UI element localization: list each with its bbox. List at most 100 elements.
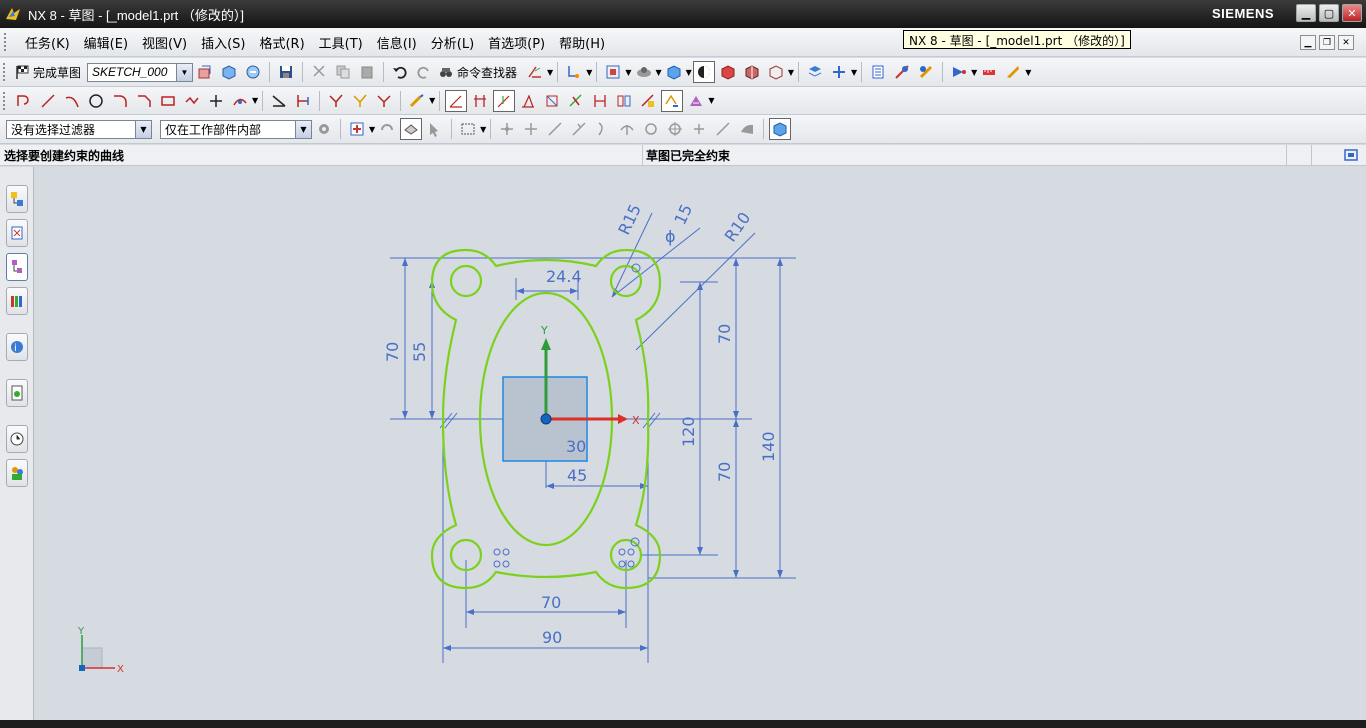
- alternate-solution-icon[interactable]: [589, 90, 611, 112]
- dim-30[interactable]: 30: [566, 437, 586, 456]
- snap-icon[interactable]: [563, 61, 585, 83]
- menu-preferences[interactable]: 首选项(P): [481, 33, 552, 52]
- sketch-canvas[interactable]: X Y R15 ϕ 15 R10 24.4 70 55 70 120 140 7…: [35, 167, 1366, 721]
- chevron-down-icon[interactable]: ▼: [788, 68, 794, 77]
- pattern-curve-icon[interactable]: [373, 90, 395, 112]
- constraint-icon[interactable]: [891, 61, 913, 83]
- rectangle-select-icon[interactable]: [457, 118, 479, 140]
- chevron-down-icon[interactable]: ▼: [176, 63, 193, 81]
- menu-grip[interactable]: [4, 33, 10, 51]
- orient-view-icon[interactable]: [663, 61, 685, 83]
- selection-scope-combo[interactable]: 仅在工作部件内部 ▼: [160, 119, 312, 139]
- offset-curve-icon[interactable]: [229, 90, 251, 112]
- point-icon[interactable]: [205, 90, 227, 112]
- chevron-down-icon[interactable]: ▼: [480, 125, 486, 134]
- chevron-down-icon[interactable]: ▼: [586, 68, 592, 77]
- filter-settings-icon[interactable]: [313, 118, 335, 140]
- arc-icon[interactable]: [61, 90, 83, 112]
- doc-minimize-button[interactable]: ▁: [1300, 35, 1316, 50]
- save-icon[interactable]: [275, 61, 297, 83]
- sketch-orient-icon[interactable]: [194, 61, 216, 83]
- display-mode-icon[interactable]: [692, 61, 715, 83]
- quick-trim-icon[interactable]: [268, 90, 290, 112]
- chevron-down-icon[interactable]: ▼: [369, 125, 375, 134]
- web-browser-button[interactable]: [6, 379, 28, 407]
- hidden-line-icon[interactable]: [765, 61, 787, 83]
- snap-point-icon[interactable]: [688, 118, 710, 140]
- select-rule-icon[interactable]: [424, 118, 446, 140]
- toolbar-grip[interactable]: [3, 63, 7, 81]
- menu-analysis[interactable]: 分析(L): [424, 33, 481, 52]
- snap-arc-center-icon[interactable]: [592, 118, 614, 140]
- selection-mode-icon[interactable]: [948, 61, 970, 83]
- menu-help[interactable]: 帮助(H): [552, 33, 612, 52]
- dim-70-left[interactable]: 70: [383, 342, 402, 362]
- dim-90[interactable]: 90: [542, 628, 562, 647]
- copy-icon[interactable]: [332, 61, 354, 83]
- dim-diameter-15[interactable]: ϕ 15: [665, 201, 696, 246]
- ruler-icon[interactable]: [1002, 61, 1024, 83]
- inferred-dimension-icon[interactable]: [445, 89, 468, 112]
- doc-restore-button[interactable]: ❐: [1319, 35, 1335, 50]
- quick-extend-icon[interactable]: [292, 90, 314, 112]
- dim-55[interactable]: 55: [410, 342, 429, 362]
- maximize-button[interactable]: ▢: [1319, 4, 1339, 22]
- chevron-down-icon[interactable]: ▼: [708, 96, 714, 105]
- wireframe-icon[interactable]: [741, 61, 763, 83]
- circle-icon[interactable]: [85, 90, 107, 112]
- geometric-constraint-icon[interactable]: [469, 90, 491, 112]
- 3d-view-icon[interactable]: [769, 118, 792, 140]
- undo-icon[interactable]: [389, 61, 411, 83]
- chevron-down-icon[interactable]: ▼: [252, 96, 258, 105]
- chevron-down-icon[interactable]: ▼: [971, 68, 977, 77]
- chevron-down-icon[interactable]: ▼: [1025, 68, 1031, 77]
- assembly-navigator-button[interactable]: [6, 185, 28, 213]
- chevron-down-icon[interactable]: ▼: [851, 68, 857, 77]
- update-model-icon[interactable]: [242, 61, 264, 83]
- dim-140[interactable]: 140: [759, 431, 778, 462]
- snap-endpoint-icon[interactable]: [496, 118, 518, 140]
- chevron-down-icon[interactable]: ▼: [686, 68, 692, 77]
- snap-midpoint-icon[interactable]: [520, 118, 542, 140]
- show-relations-icon[interactable]: [541, 90, 563, 112]
- annotation-icon[interactable]: [915, 61, 937, 83]
- snap-circle-icon[interactable]: [640, 118, 662, 140]
- chevron-down-icon[interactable]: ▼: [656, 68, 662, 77]
- measure-icon[interactable]: [978, 61, 1000, 83]
- part-navigator-icon[interactable]: [867, 61, 889, 83]
- menu-tools[interactable]: 工具(T): [312, 33, 370, 52]
- profile-icon[interactable]: [13, 90, 35, 112]
- dim-70-right-bottom[interactable]: 70: [715, 462, 734, 482]
- redo-icon[interactable]: [413, 61, 435, 83]
- deselect-icon[interactable]: [376, 118, 398, 140]
- chevron-down-icon[interactable]: ▼: [547, 68, 553, 77]
- chevron-down-icon[interactable]: ▼: [625, 68, 631, 77]
- delay-evaluation-icon[interactable]: [685, 90, 707, 112]
- roles-button[interactable]: [6, 459, 28, 487]
- chevron-down-icon[interactable]: ▼: [135, 120, 151, 138]
- type-filter-combo[interactable]: 没有选择过滤器 ▼: [6, 119, 152, 139]
- sketch-task-icon[interactable]: [524, 61, 546, 83]
- edit-curve-icon[interactable]: [406, 90, 428, 112]
- finish-sketch-button[interactable]: 完成草图: [12, 64, 87, 81]
- menu-info[interactable]: 信息(I): [370, 33, 424, 52]
- dim-45[interactable]: 45: [567, 466, 587, 485]
- animate-dimension-icon[interactable]: [613, 90, 635, 112]
- menu-task[interactable]: 任务(K): [18, 33, 77, 52]
- select-all-icon[interactable]: [346, 118, 368, 140]
- close-button[interactable]: ✕: [1342, 4, 1362, 22]
- graphics-window[interactable]: X Y R15 ϕ 15 R10 24.4 70 55 70 120 140 7…: [35, 167, 1366, 721]
- dim-r10[interactable]: R10: [721, 209, 755, 246]
- move-object-icon[interactable]: [828, 61, 850, 83]
- reuse-library-button[interactable]: [6, 287, 28, 315]
- snap-on-face-icon[interactable]: [736, 118, 758, 140]
- make-corner-icon[interactable]: [325, 90, 347, 112]
- menu-format[interactable]: 格式(R): [252, 33, 311, 52]
- auto-constrain-icon[interactable]: [493, 89, 516, 112]
- chevron-down-icon[interactable]: ▼: [429, 96, 435, 105]
- rectangle-icon[interactable]: [157, 90, 179, 112]
- show-constraints-icon[interactable]: [517, 90, 539, 112]
- doc-close-button[interactable]: ✕: [1338, 35, 1354, 50]
- reattach-icon[interactable]: [218, 61, 240, 83]
- menu-edit[interactable]: 编辑(E): [77, 33, 135, 52]
